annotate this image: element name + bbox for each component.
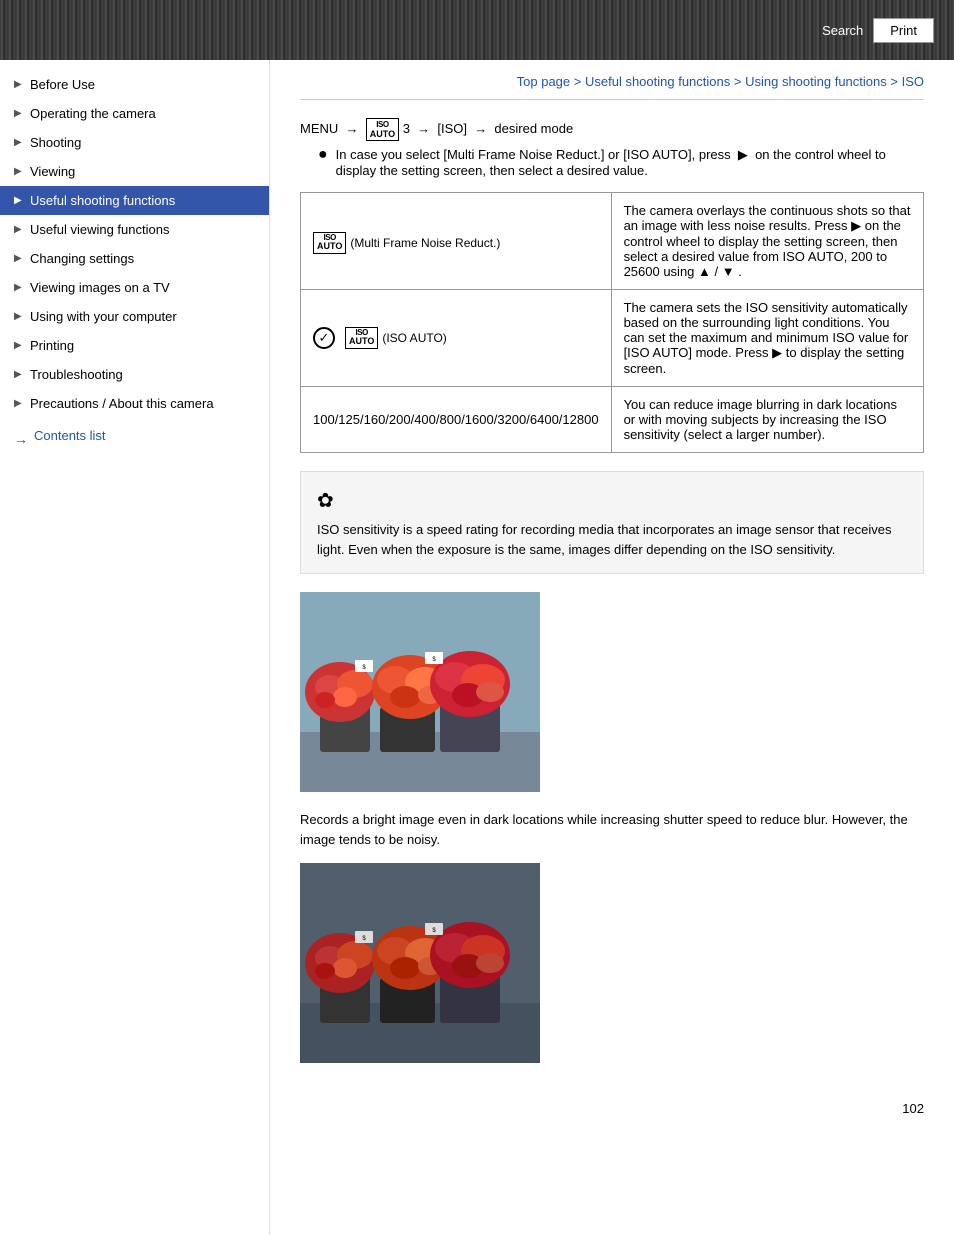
photo-caption-1: Records a bright image even in dark loca…	[300, 810, 924, 849]
iso-table: ISO AUTO (Multi Frame Noise Reduct.) The…	[300, 192, 924, 453]
table-row: ISO AUTO (Multi Frame Noise Reduct.) The…	[301, 193, 924, 290]
sidebar-item-viewing-images-on-a-tv[interactable]: ▶ Viewing images on a TV	[0, 273, 269, 302]
sidebar-arrow-icon: ▶	[14, 108, 24, 119]
sidebar-item-printing[interactable]: ▶ Printing	[0, 331, 269, 360]
sidebar-arrow-icon: ▶	[14, 195, 24, 206]
sidebar-item-operating-the-camera[interactable]: ▶ Operating the camera	[0, 99, 269, 128]
table-cell-right-2: The camera sets the ISO sensitivity auto…	[611, 290, 923, 387]
table-row: 100/125/160/200/400/800/1600/3200/6400/1…	[301, 387, 924, 453]
breadcrumb-sep1: >	[574, 74, 585, 89]
iso-auto-label: (ISO AUTO)	[382, 331, 446, 345]
sidebar-item-label: Printing	[30, 338, 74, 353]
tip-box: ✿ ISO sensitivity is a speed rating for …	[300, 471, 924, 574]
sidebar-item-label: Shooting	[30, 135, 81, 150]
sidebar-item-label: Operating the camera	[30, 106, 156, 121]
sidebar-item-viewing[interactable]: ▶ Viewing	[0, 157, 269, 186]
breadcrumb-using-shooting[interactable]: Using shooting functions	[745, 74, 887, 89]
menu-line1: MENU → ISOAUTO 3 → [ISO] → desired mode	[300, 118, 924, 141]
flower-image-1: $ $	[300, 592, 540, 792]
contents-list-label: Contents list	[34, 428, 106, 443]
sidebar: ▶ Before Use ▶ Operating the camera ▶ Shootin…	[0, 60, 270, 1235]
sidebar-arrow-icon: ▶	[14, 224, 24, 235]
sidebar-arrow-icon: ▶	[14, 369, 24, 380]
table-cell-left-3: 100/125/160/200/400/800/1600/3200/6400/1…	[301, 387, 612, 453]
sidebar-arrow-icon: ▶	[14, 282, 24, 293]
sidebar-item-label: Viewing	[30, 164, 75, 179]
tip-icon: ✿	[317, 486, 907, 516]
sidebar-item-label: Changing settings	[30, 251, 134, 266]
flower-svg-1: $ $	[300, 592, 540, 792]
breadcrumb-sep2: >	[734, 74, 745, 89]
table-cell-left-1: ISO AUTO (Multi Frame Noise Reduct.)	[301, 193, 612, 290]
photo-block-1: $ $	[300, 592, 924, 792]
table-cell-right-3: You can reduce image blurring in dark lo…	[611, 387, 923, 453]
sidebar-arrow-icon: ▶	[14, 398, 24, 409]
sidebar-item-label: Useful shooting functions	[30, 193, 175, 208]
sidebar-item-label: Before Use	[30, 77, 95, 92]
contents-list-link[interactable]: Contents list	[0, 418, 269, 453]
page-number: 102	[300, 1081, 924, 1126]
flower-image-2: $ $	[300, 863, 540, 1063]
sidebar-item-label: Viewing images on a TV	[30, 280, 170, 295]
breadcrumb-useful-shooting[interactable]: Useful shooting functions	[585, 74, 730, 89]
header: Search Print	[0, 0, 954, 60]
checkmark-icon: ✓	[313, 327, 335, 349]
sidebar-arrow-icon: ▶	[14, 166, 24, 177]
sidebar-item-label: Precautions / About this camera	[30, 396, 214, 411]
iso-badge-2: ISO AUTO	[345, 327, 378, 350]
sidebar-item-shooting[interactable]: ▶ Shooting	[0, 128, 269, 157]
sidebar-item-useful-shooting-functions[interactable]: ▶ Useful shooting functions	[0, 186, 269, 215]
sidebar-arrow-icon: ▶	[14, 137, 24, 148]
sidebar-arrow-icon: ▶	[14, 311, 24, 322]
table-row: ✓ ISO AUTO (ISO AUTO) The camera sets th…	[301, 290, 924, 387]
sidebar-item-useful-viewing-functions[interactable]: ▶ Useful viewing functions	[0, 215, 269, 244]
iso-multi-frame-icon: ISO AUTO (Multi Frame Noise Reduct.)	[313, 232, 500, 255]
search-button[interactable]: Search	[822, 23, 863, 38]
iso-auto-icon: ✓ ISO AUTO (ISO AUTO)	[313, 327, 447, 350]
sidebar-item-label: Useful viewing functions	[30, 222, 169, 237]
menu-instruction: MENU → ISOAUTO 3 → [ISO] → desired mode …	[300, 118, 924, 178]
iso-values-label: 100/125/160/200/400/800/1600/3200/6400/1…	[313, 412, 599, 427]
sidebar-item-using-with-your-computer[interactable]: ▶ Using with your computer	[0, 302, 269, 331]
sidebar-arrow-icon: ▶	[14, 340, 24, 351]
sidebar-arrow-icon: ▶	[14, 79, 24, 90]
print-button[interactable]: Print	[873, 18, 934, 43]
table-cell-left-2: ✓ ISO AUTO (ISO AUTO)	[301, 290, 612, 387]
breadcrumb-iso[interactable]: ISO	[902, 74, 924, 89]
sidebar-item-label: Using with your computer	[30, 309, 177, 324]
sidebar-item-changing-settings[interactable]: ▶ Changing settings	[0, 244, 269, 273]
multi-frame-label: (Multi Frame Noise Reduct.)	[350, 236, 500, 250]
breadcrumb-sep3: >	[890, 74, 901, 89]
breadcrumb-top[interactable]: Top page	[517, 74, 571, 89]
contents-arrow-icon	[14, 431, 30, 441]
bullet-dot: ●	[318, 147, 328, 163]
main-content: Top page > Useful shooting functions > U…	[270, 60, 954, 1235]
flower-svg-2: $ $	[300, 863, 540, 1063]
table-cell-right-1: The camera overlays the continuous shots…	[611, 193, 923, 290]
sidebar-item-label: Troubleshooting	[30, 367, 123, 382]
sidebar-arrow-icon: ▶	[14, 253, 24, 264]
iso-badge-1: ISO AUTO	[313, 232, 346, 255]
menu-bullet: ● In case you select [Multi Frame Noise …	[300, 147, 924, 178]
photo-block-2: $ $	[300, 863, 924, 1063]
breadcrumb: Top page > Useful shooting functions > U…	[300, 60, 924, 100]
sidebar-item-precautions---about-this-camera[interactable]: ▶ Precautions / About this camera	[0, 389, 269, 418]
sidebar-item-before-use[interactable]: ▶ Before Use	[0, 70, 269, 99]
bullet-text: In case you select [Multi Frame Noise Re…	[336, 147, 924, 178]
sidebar-item-troubleshooting[interactable]: ▶ Troubleshooting	[0, 360, 269, 389]
tip-text: ISO sensitivity is a speed rating for re…	[317, 522, 891, 557]
